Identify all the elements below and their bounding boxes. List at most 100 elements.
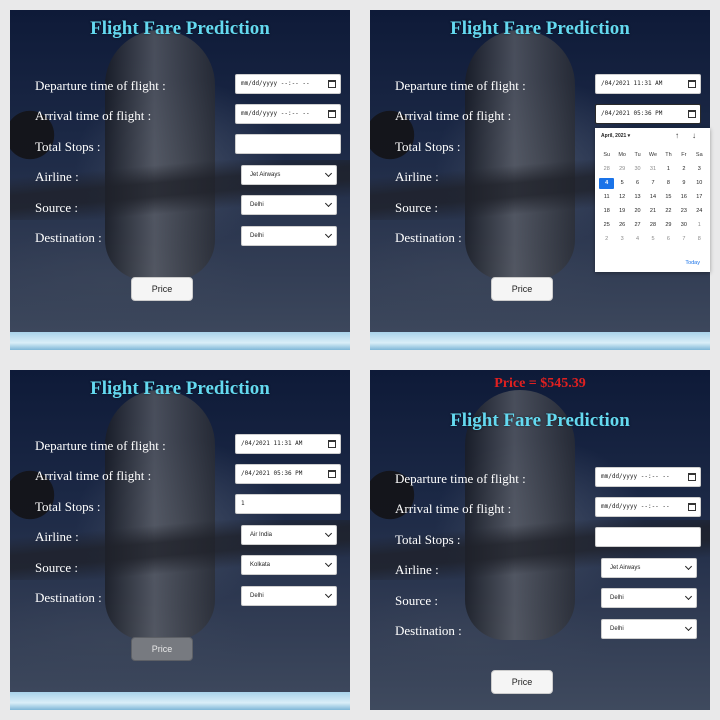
- calendar-day[interactable]: 19: [614, 206, 629, 217]
- airline-select[interactable]: Jet Airways: [601, 558, 697, 578]
- calendar-day[interactable]: 28: [645, 220, 660, 231]
- calendar-day[interactable]: 14: [645, 192, 660, 203]
- arrival-input[interactable]: mm/dd/yyyy --:-- --: [235, 104, 341, 124]
- source-select[interactable]: Delhi: [241, 195, 337, 215]
- calendar-day[interactable]: 6: [630, 178, 645, 189]
- weekday-label: Tu: [634, 152, 641, 158]
- calendar-day[interactable]: 26: [614, 220, 629, 231]
- calendar-day[interactable]: 8: [692, 234, 707, 245]
- price-button[interactable]: Price: [491, 670, 553, 694]
- page-title: Flight Fare Prediction: [90, 378, 270, 399]
- arrival-label: Arrival time of flight :: [35, 108, 152, 123]
- calendar-icon[interactable]: [328, 80, 336, 88]
- today-button[interactable]: Today: [685, 260, 700, 266]
- calendar-day[interactable]: 12: [614, 192, 629, 203]
- calendar-day[interactable]: 31: [645, 164, 660, 175]
- calendar-day[interactable]: 7: [676, 234, 691, 245]
- source-value: Delhi: [250, 202, 264, 208]
- calendar-day[interactable]: 29: [661, 220, 676, 231]
- stops-input[interactable]: 1: [235, 494, 341, 514]
- calendar-day[interactable]: 29: [614, 164, 629, 175]
- calendar-icon[interactable]: [688, 110, 696, 118]
- calendar-day[interactable]: 9: [676, 178, 691, 189]
- destination-select[interactable]: Delhi: [241, 586, 337, 606]
- calendar-day[interactable]: 13: [630, 192, 645, 203]
- screenshot-panel-1: Flight Fare Prediction Departure time of…: [10, 10, 350, 350]
- calendar-day[interactable]: 11: [599, 192, 614, 203]
- calendar-day[interactable]: 2: [676, 164, 691, 175]
- datepicker-popup[interactable]: April, 2021 ▾ ↑ ↓ Su Mo Tu We Th Fr Sa 28 29 30 31…: [595, 128, 710, 272]
- departure-label: Departure time of flight :: [35, 438, 166, 453]
- calendar-day[interactable]: 23: [676, 206, 691, 217]
- airline-select[interactable]: Jet Airways: [241, 165, 337, 185]
- departure-input[interactable]: /04/2021 11:31 AM: [235, 434, 341, 454]
- calendar-day[interactable]: 21: [645, 206, 660, 217]
- calendar-day[interactable]: 1: [661, 164, 676, 175]
- calendar-icon[interactable]: [688, 503, 696, 511]
- calendar-icon[interactable]: [688, 80, 696, 88]
- airline-select[interactable]: Air India: [241, 525, 337, 545]
- calendar-day[interactable]: 10: [692, 178, 707, 189]
- stops-input[interactable]: [595, 527, 701, 547]
- stops-label: Total Stops :: [395, 532, 461, 547]
- arrival-input[interactable]: /04/2021 05:36 PM: [235, 464, 341, 484]
- calendar-day[interactable]: 25: [599, 220, 614, 231]
- calendar-day[interactable]: 18: [599, 206, 614, 217]
- calendar-day[interactable]: 8: [661, 178, 676, 189]
- departure-value: /04/2021 11:31 AM: [241, 440, 303, 447]
- price-button[interactable]: Price: [131, 637, 193, 661]
- page-title: Flight Fare Prediction: [90, 18, 270, 39]
- departure-input[interactable]: /04/2021 11:31 AM: [595, 74, 701, 94]
- source-label: Source :: [35, 200, 78, 215]
- destination-select[interactable]: Delhi: [601, 619, 697, 639]
- departure-label: Departure time of flight :: [395, 471, 526, 486]
- departure-value: mm/dd/yyyy --:-- --: [241, 80, 310, 87]
- calendar-day[interactable]: 5: [614, 178, 629, 189]
- calendar-icon[interactable]: [328, 110, 336, 118]
- calendar-day[interactable]: 3: [614, 234, 629, 245]
- calendar-day[interactable]: 30: [676, 220, 691, 231]
- airline-value: Jet Airways: [250, 172, 281, 178]
- calendar-day[interactable]: 30: [630, 164, 645, 175]
- calendar-day[interactable]: 1: [692, 220, 707, 231]
- calendar-day[interactable]: 4: [630, 234, 645, 245]
- calendar-day[interactable]: 22: [661, 206, 676, 217]
- calendar-day[interactable]: 4: [599, 178, 615, 189]
- chevron-down-icon: [324, 529, 333, 538]
- arrival-input[interactable]: mm/dd/yyyy --:-- --: [595, 497, 701, 517]
- departure-input[interactable]: mm/dd/yyyy --:-- --: [235, 74, 341, 94]
- source-select[interactable]: Delhi: [601, 588, 697, 608]
- departure-value: /04/2021 11:31 AM: [601, 80, 663, 87]
- chevron-down-icon: [684, 623, 693, 632]
- calendar-day[interactable]: 15: [661, 192, 676, 203]
- destination-select[interactable]: Delhi: [241, 226, 337, 246]
- price-button[interactable]: Price: [131, 277, 193, 301]
- chevron-down-icon: [324, 559, 333, 568]
- calendar-day[interactable]: 2: [599, 234, 614, 245]
- airline-value: Jet Airways: [610, 565, 641, 571]
- stops-input[interactable]: [235, 134, 341, 154]
- calendar-icon[interactable]: [328, 440, 336, 448]
- calendar-day[interactable]: 7: [645, 178, 660, 189]
- next-month-icon[interactable]: ↓: [692, 131, 696, 140]
- source-select[interactable]: Kolkata: [241, 555, 337, 575]
- airline-label: Airline :: [35, 529, 79, 544]
- departure-input[interactable]: mm/dd/yyyy --:-- --: [595, 467, 701, 487]
- calendar-icon[interactable]: [688, 473, 696, 481]
- prev-month-icon[interactable]: ↑: [675, 131, 679, 140]
- calendar-day[interactable]: 6: [661, 234, 676, 245]
- datepicker-month[interactable]: April, 2021 ▾: [601, 133, 630, 139]
- calendar-icon[interactable]: [328, 470, 336, 478]
- destination-value: Delhi: [250, 233, 264, 239]
- page-title: Flight Fare Prediction: [450, 410, 630, 431]
- calendar-day[interactable]: 28: [599, 164, 614, 175]
- calendar-day[interactable]: 5: [645, 234, 660, 245]
- calendar-day[interactable]: 27: [630, 220, 645, 231]
- price-button[interactable]: Price: [491, 277, 553, 301]
- arrival-input[interactable]: /04/2021 05:36 PM: [595, 104, 701, 124]
- calendar-day[interactable]: 3: [692, 164, 707, 175]
- calendar-day[interactable]: 17: [692, 192, 707, 203]
- calendar-day[interactable]: 20: [630, 206, 645, 217]
- calendar-day[interactable]: 16: [676, 192, 691, 203]
- calendar-day[interactable]: 24: [692, 206, 707, 217]
